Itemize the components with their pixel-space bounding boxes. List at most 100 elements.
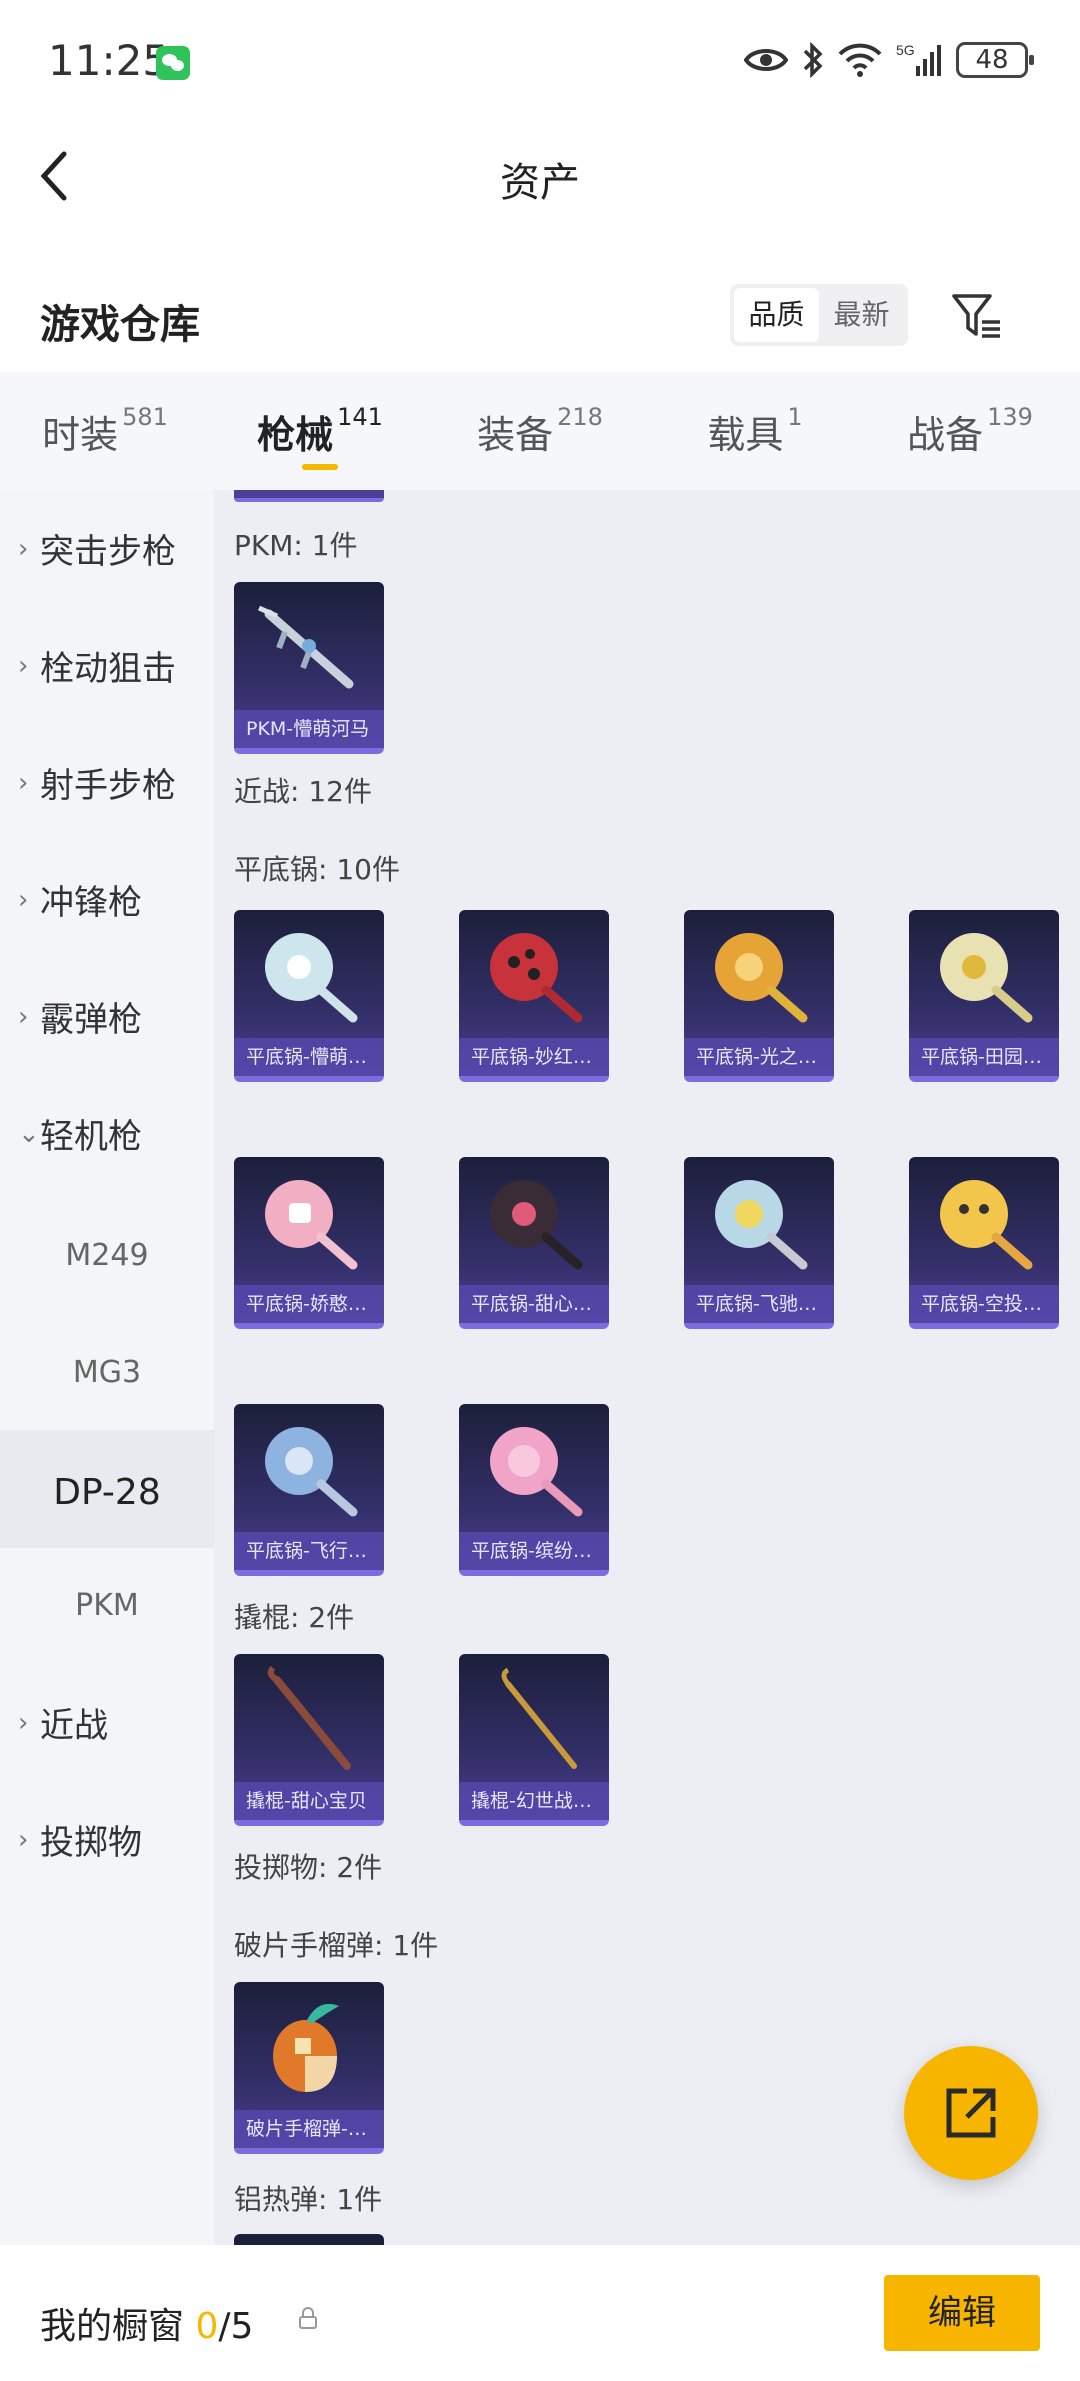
item-card[interactable]: 平底锅-田园… xyxy=(909,910,1059,1082)
chevron-right-icon: › xyxy=(18,1001,29,1032)
item-caption: 平底锅-妙红… xyxy=(459,1038,609,1076)
tab-label: 战备 xyxy=(907,412,984,457)
item-caption: 平底锅-田园… xyxy=(909,1038,1059,1076)
item-caption: 平底锅-娇憨… xyxy=(234,1285,384,1323)
item-card[interactable]: 平底锅-甜心… xyxy=(459,1157,609,1329)
item-card[interactable]: 平底锅-缤纷… xyxy=(459,1404,609,1576)
status-icons: 5G 48 xyxy=(744,42,1034,78)
filter-icon[interactable] xyxy=(950,288,1006,344)
sidebar-subitem-m249[interactable]: M249 xyxy=(0,1238,214,1273)
chevron-right-icon: › xyxy=(18,533,29,564)
sidebar-item-marksman-rifle[interactable]: › 射手步枪 xyxy=(0,758,214,807)
signal-icon: 5G xyxy=(896,42,941,76)
status-time: 11:25 xyxy=(48,36,170,85)
tab-label: 载具 xyxy=(707,412,784,457)
page-title: 资产 xyxy=(500,160,580,206)
item-caption: 平底锅-懵萌… xyxy=(234,1038,384,1076)
tab-count: 218 xyxy=(557,403,603,431)
lock-icon xyxy=(299,2307,317,2329)
showcase-total: /5 xyxy=(218,2306,254,2347)
sidebar-item-lmg[interactable]: ⌄ 轻机枪 xyxy=(0,1109,214,1158)
group-label: 近战: 12件 xyxy=(234,775,372,808)
sort-quality-button[interactable]: 品质 xyxy=(734,288,819,342)
tab-vehicles[interactable]: 载具 1 xyxy=(650,372,860,490)
tab-fashion[interactable]: 时装 581 xyxy=(0,372,210,490)
frying-pan-icon xyxy=(940,1180,1033,1270)
edit-button[interactable]: 编辑 xyxy=(884,2275,1040,2351)
sort-toggle: 品质 最新 xyxy=(730,284,908,346)
item-card[interactable]: 破片手榴弹-… xyxy=(234,1982,384,2154)
category-tabs: 时装 581 枪械 141 装备 218 载具 1 战备 139 xyxy=(0,372,1080,490)
sidebar-item-label: 突击步枪 xyxy=(40,532,176,572)
tab-firearms[interactable]: 枪械 141 xyxy=(210,372,430,490)
item-caption: 平底锅-光之… xyxy=(684,1038,834,1076)
status-bar: 11:25 5G 48 xyxy=(0,0,1080,120)
battery-icon: 48 xyxy=(956,42,1034,78)
section-title: 游戏仓库 xyxy=(40,302,200,348)
tab-count: 141 xyxy=(337,403,383,431)
item-caption: 平底锅-飞行… xyxy=(234,1532,384,1570)
showcase-title: 我的橱窗 xyxy=(40,2306,185,2347)
frying-pan-icon xyxy=(265,933,358,1023)
frying-pan-icon xyxy=(490,1427,583,1517)
sidebar-item-label: 轻机枪 xyxy=(40,1117,142,1157)
showcase-label: 我的橱窗 0/5 xyxy=(40,2297,253,2349)
eye-icon xyxy=(744,49,788,71)
sidebar-item-melee[interactable]: › 近战 xyxy=(0,1698,214,1747)
item-caption: 撬棍-甜心宝贝 xyxy=(234,1782,384,1820)
sidebar-item-assault-rifle[interactable]: › 突击步枪 xyxy=(0,524,214,573)
sort-newest-button[interactable]: 最新 xyxy=(819,288,904,342)
item-card[interactable]: 平底锅-空投… xyxy=(909,1157,1059,1329)
item-caption: 平底锅-甜心… xyxy=(459,1285,609,1323)
sidebar-subitem-dp28[interactable]: DP-28 xyxy=(0,1472,214,1513)
item-caption: 平底锅-空投… xyxy=(909,1285,1059,1323)
item-card[interactable]: 平底锅-飞行… xyxy=(234,1404,384,1576)
item-caption: 平底锅-缤纷… xyxy=(459,1532,609,1570)
item-card-partial xyxy=(234,2234,384,2245)
showcase-count: 0 xyxy=(195,2306,219,2347)
item-caption: PKM-懵萌河马 xyxy=(234,710,384,748)
frying-pan-icon xyxy=(490,1180,583,1270)
item-card[interactable]: 撬棍-甜心宝贝 xyxy=(234,1654,384,1826)
sidebar-subitem-pkm[interactable]: PKM xyxy=(0,1588,214,1623)
group-label: 撬棍: 2件 xyxy=(234,1601,355,1634)
sidebar-item-throwables[interactable]: › 投掷物 xyxy=(0,1815,214,1864)
category-sidebar: › 突击步枪 › 栓动狙击 › 射手步枪 › 冲锋枪 › 霰弹枪 ⌄ 轻机枪 M249 MG… xyxy=(0,490,214,2245)
chevron-right-icon: › xyxy=(18,1707,29,1738)
tab-count: 1 xyxy=(787,403,803,431)
wifi-icon xyxy=(838,43,882,77)
item-card[interactable]: 平底锅-娇憨… xyxy=(234,1157,384,1329)
frying-pan-icon xyxy=(265,1427,358,1517)
tab-equipment[interactable]: 装备 218 xyxy=(430,372,650,490)
chevron-down-icon: ⌄ xyxy=(18,1118,40,1149)
group-label: 投掷物: 2件 xyxy=(234,1851,383,1884)
sidebar-subitem-mg3[interactable]: MG3 xyxy=(0,1355,214,1390)
item-card[interactable]: PKM-懵萌河马 xyxy=(234,582,384,754)
grenade-icon xyxy=(273,2003,339,2092)
sidebar-item-shotgun[interactable]: › 霰弹枪 xyxy=(0,992,214,1041)
tab-tactical[interactable]: 战备 139 xyxy=(860,372,1080,490)
chevron-right-icon: › xyxy=(18,1824,29,1855)
item-card[interactable]: 平底锅-飞驰… xyxy=(684,1157,834,1329)
item-card[interactable]: 平底锅-妙红… xyxy=(459,910,609,1082)
inventory-content: PKM: 1件 PKM-懵萌河马 近战: 12件 平底锅: 10件 平底锅-懵萌… xyxy=(214,490,1080,2245)
active-tab-indicator xyxy=(302,464,338,470)
sidebar-item-bolt-sniper[interactable]: › 栓动狙击 xyxy=(0,641,214,690)
tab-label: 装备 xyxy=(477,412,554,457)
tab-count: 581 xyxy=(122,403,168,431)
group-label: 破片手榴弹: 1件 xyxy=(234,1929,439,1962)
share-button[interactable] xyxy=(904,2046,1038,2180)
sidebar-item-label: 投掷物 xyxy=(40,1823,142,1863)
item-card[interactable]: 平底锅-懵萌… xyxy=(234,910,384,1082)
sidebar-item-label: 栓动狙击 xyxy=(40,649,176,689)
svg-text:5G: 5G xyxy=(896,42,915,58)
crowbar-icon xyxy=(501,1667,577,1769)
item-card[interactable]: 平底锅-光之… xyxy=(684,910,834,1082)
item-card[interactable]: 撬棍-幻世战… xyxy=(459,1654,609,1826)
sidebar-item-label: 霰弹枪 xyxy=(40,1000,142,1040)
sidebar-item-smg[interactable]: › 冲锋枪 xyxy=(0,875,214,924)
sidebar-item-label: 近战 xyxy=(40,1706,108,1746)
tab-count: 139 xyxy=(987,403,1033,431)
group-label: 铝热弹: 1件 xyxy=(234,2183,383,2216)
group-label: 平底锅: 10件 xyxy=(234,853,400,886)
